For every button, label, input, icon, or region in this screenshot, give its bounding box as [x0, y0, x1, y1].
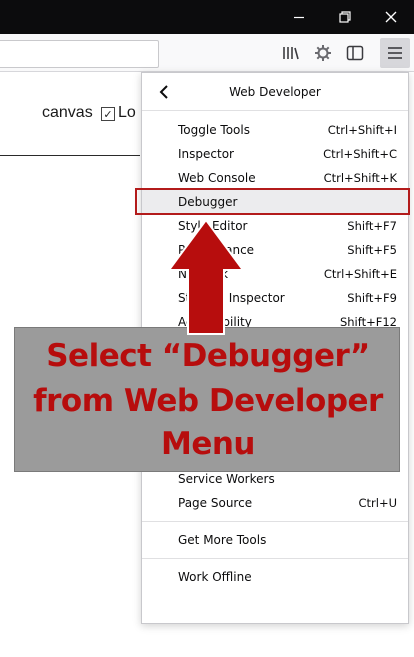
page-text-lock: Lo — [118, 104, 136, 121]
extension-button[interactable] — [309, 39, 337, 67]
annotation-banner: Select “Debugger” from Web Developer Men… — [14, 327, 400, 472]
minimize-button[interactable] — [276, 0, 322, 34]
menu-item-shortcut: Shift+F9 — [347, 291, 397, 305]
page-checkbox[interactable]: ✓ — [101, 107, 115, 121]
menu-item-page-source[interactable]: Page Source Ctrl+U — [142, 491, 408, 515]
menu-item-label: Service Workers — [178, 472, 275, 486]
sidebar-button[interactable] — [341, 39, 369, 67]
gear-icon — [315, 45, 331, 61]
annotation-line-3: Menu — [160, 426, 256, 462]
annotation-line-1: Select “Debugger” — [46, 338, 370, 374]
menu-title: Web Developer — [229, 85, 321, 99]
menu-item-label: Work Offline — [178, 570, 252, 584]
menu-separator — [142, 558, 408, 559]
browser-toolbar — [0, 34, 414, 72]
menu-item-get-more-tools[interactable]: Get More Tools — [142, 528, 408, 552]
hamburger-menu-icon — [388, 47, 402, 59]
library-icon — [283, 47, 299, 60]
menu-item-shortcut: Shift+F7 — [347, 219, 397, 233]
menu-item-shortcut: Ctrl+Shift+E — [323, 267, 397, 281]
content-divider — [0, 155, 140, 156]
menu-item-inspector[interactable]: Inspector Ctrl+Shift+C — [142, 142, 408, 166]
menu-item-work-offline[interactable]: Work Offline — [142, 565, 408, 589]
menu-separator — [142, 521, 408, 522]
annotation-line-2: from Web Developer — [33, 383, 383, 419]
menu-item-label: Page Source — [178, 496, 253, 510]
menu-item-web-console[interactable]: Web Console Ctrl+Shift+K — [142, 166, 408, 190]
menu-item-toggle-tools[interactable]: Toggle Tools Ctrl+Shift+I — [142, 118, 408, 142]
minimize-icon — [294, 16, 304, 19]
menu-item-shortcut: Ctrl+U — [358, 496, 397, 510]
close-icon — [385, 11, 397, 23]
up-arrow-icon — [167, 218, 245, 335]
open-menu-button[interactable] — [380, 38, 410, 68]
page-text-canvas: canvas — [42, 104, 93, 121]
library-button[interactable] — [277, 39, 305, 67]
url-bar[interactable] — [0, 40, 159, 68]
menu-item-label: Inspector — [178, 147, 234, 161]
menu-item-label: Toggle Tools — [178, 123, 250, 137]
menu-item-label: Get More Tools — [178, 533, 267, 547]
menu-item-label: Web Console — [178, 171, 256, 185]
menu-item-shortcut: Shift+F5 — [347, 243, 397, 257]
menu-header: Web Developer — [142, 73, 408, 111]
close-button[interactable] — [368, 0, 414, 34]
debugger-highlight-box — [135, 188, 410, 215]
menu-item-shortcut: Ctrl+Shift+I — [327, 123, 397, 137]
restore-icon — [339, 11, 351, 23]
maximize-button[interactable] — [322, 0, 368, 34]
menu-item-shortcut: Ctrl+Shift+C — [323, 147, 397, 161]
sidebar-icon — [346, 45, 364, 61]
window-titlebar — [0, 0, 414, 34]
menu-item-shortcut: Ctrl+Shift+K — [323, 171, 397, 185]
